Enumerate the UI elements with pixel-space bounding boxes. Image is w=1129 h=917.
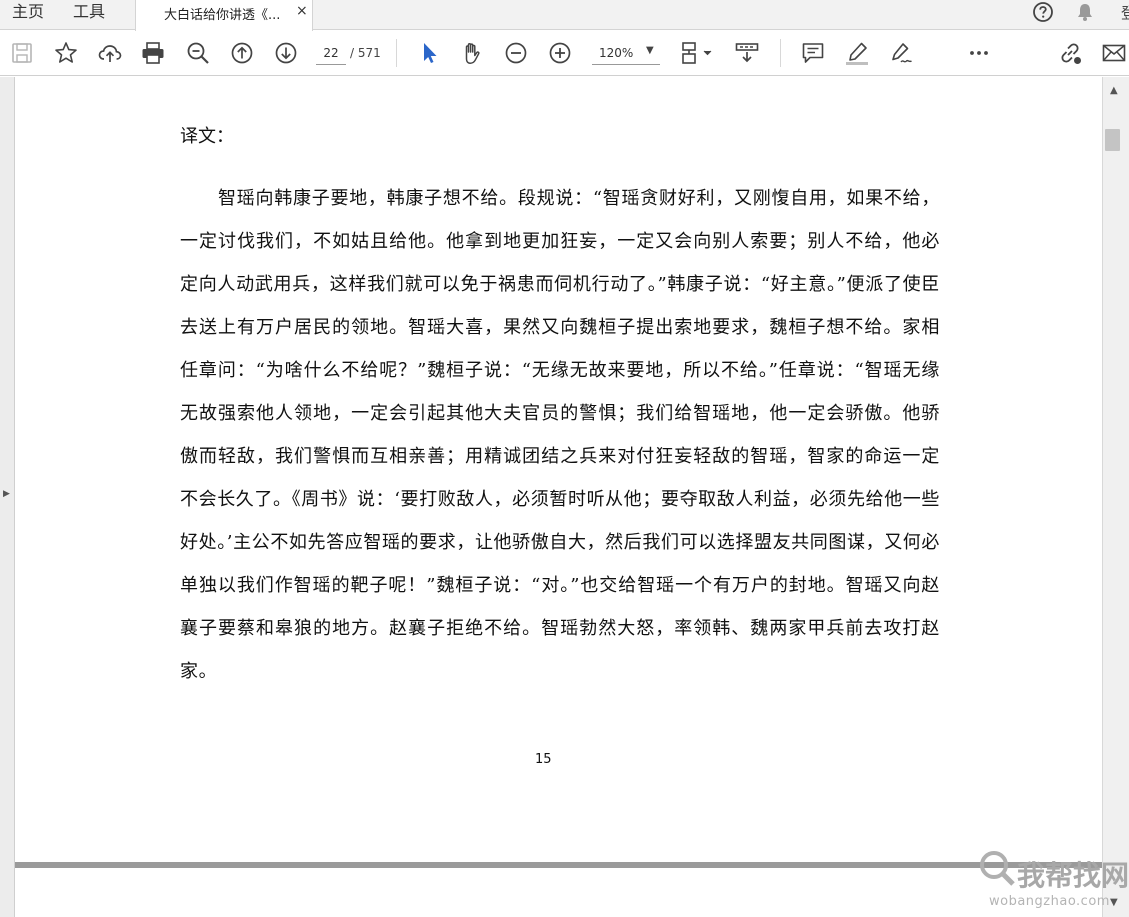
document-viewer[interactable]: ▶ 译文： 智瑶向韩康子要地，韩康子想不给。段规说：“智瑶贪财好利，又刚愎自用，… xyxy=(0,77,1129,917)
sign-button[interactable] xyxy=(887,39,915,67)
tab-tools[interactable]: 工具 xyxy=(73,0,105,30)
vertical-scrollbar[interactable]: ▲ ▼ xyxy=(1102,77,1129,917)
scroll-mode-icon xyxy=(735,43,759,63)
zoom-select[interactable]: 120% ▼ xyxy=(592,41,660,65)
help-icon[interactable] xyxy=(1032,1,1054,23)
toolbar-divider xyxy=(396,39,397,67)
close-icon[interactable]: × xyxy=(296,3,308,19)
tab-document[interactable]: 大白话给你讲透《... × xyxy=(135,0,313,31)
next-page-button[interactable] xyxy=(272,39,300,67)
page-total: / 571 xyxy=(350,46,381,60)
cloud-upload-icon xyxy=(98,45,122,62)
comment-icon xyxy=(802,43,824,63)
zoom-out-button[interactable] xyxy=(502,39,530,67)
more-tools-button[interactable] xyxy=(965,39,993,67)
page-down-icon xyxy=(275,42,297,64)
find-button[interactable] xyxy=(184,39,212,67)
next-pdf-page xyxy=(15,868,1102,917)
navigation-pane-toggle[interactable]: ▶ xyxy=(0,77,15,917)
translation-paragraph: 智瑶向韩康子要地，韩康子想不给。段规说：“智瑶贪财好利，又刚愎自用，如果不给，一… xyxy=(180,188,940,682)
hand-tool-button[interactable] xyxy=(458,39,486,67)
scroll-thumb[interactable] xyxy=(1105,129,1120,151)
zoom-plus-icon xyxy=(549,42,571,64)
chevron-down-icon: ▼ xyxy=(646,45,654,56)
site-watermark: 我帮找网 wobangzhao.com xyxy=(975,848,1129,912)
pdf-page: 译文： 智瑶向韩康子要地，韩康子想不给。段规说：“智瑶贪财好利，又刚愎自用，如果… xyxy=(15,77,1102,862)
hand-icon xyxy=(465,43,480,64)
toolbar-divider xyxy=(780,39,781,67)
fit-page-button[interactable] xyxy=(678,39,718,67)
more-icon xyxy=(970,51,988,55)
print-button[interactable] xyxy=(139,39,167,67)
sign-icon xyxy=(892,43,912,63)
chevron-right-icon: ▶ xyxy=(3,489,10,499)
upload-button[interactable] xyxy=(96,39,124,67)
share-link-button[interactable] xyxy=(1056,39,1084,67)
tab-home[interactable]: 主页 xyxy=(12,0,44,30)
share-link-icon xyxy=(1061,43,1081,64)
magnifier-logo-icon xyxy=(980,851,1015,886)
save-button[interactable] xyxy=(8,39,36,67)
zoom-in-button[interactable] xyxy=(546,39,574,67)
page-content: 译文： 智瑶向韩康子要地，韩康子想不给。段规说：“智瑶贪财好利，又刚愎自用，如果… xyxy=(180,123,940,693)
select-tool-button[interactable] xyxy=(415,39,443,67)
highlight-icon xyxy=(846,42,868,65)
fit-page-icon xyxy=(682,42,712,64)
translation-heading: 译文： xyxy=(180,126,234,147)
save-icon xyxy=(12,43,32,63)
watermark-title: 我帮找网 xyxy=(1017,859,1129,892)
comment-button[interactable] xyxy=(799,39,827,67)
toolbar: / 571 120% ▼ xyxy=(0,31,1129,76)
page-up-icon xyxy=(231,42,253,64)
page-number-input[interactable] xyxy=(316,41,346,65)
page-footer-number: 15 xyxy=(535,752,552,767)
bell-icon[interactable] xyxy=(1074,1,1096,23)
document-tab-title: 大白话给你讲透《... xyxy=(164,8,281,23)
pdf-reader-window: 主页 工具 大白话给你讲透《... × 登 22 / 571 120% ▼ ▶ … xyxy=(0,0,1129,917)
select-cursor-icon xyxy=(424,43,437,63)
print-icon xyxy=(142,42,164,64)
scroll-mode-button[interactable] xyxy=(733,39,761,67)
login-link[interactable]: 登 xyxy=(1121,2,1129,23)
star-icon xyxy=(55,42,77,63)
zoom-minus-icon xyxy=(505,42,527,64)
zoom-value: 120% xyxy=(599,46,634,60)
zoom-out-search-icon xyxy=(187,42,209,64)
watermark-url: wobangzhao.com xyxy=(989,894,1110,909)
tab-bar: 主页 工具 大白话给你讲透《... × 登 xyxy=(0,0,1129,31)
email-icon xyxy=(1102,44,1126,62)
highlight-button[interactable] xyxy=(843,39,871,67)
scroll-up-icon[interactable]: ▲ xyxy=(1110,85,1118,96)
previous-page-button[interactable] xyxy=(228,39,256,67)
bookmark-button[interactable] xyxy=(52,39,80,67)
email-button[interactable] xyxy=(1100,39,1128,67)
